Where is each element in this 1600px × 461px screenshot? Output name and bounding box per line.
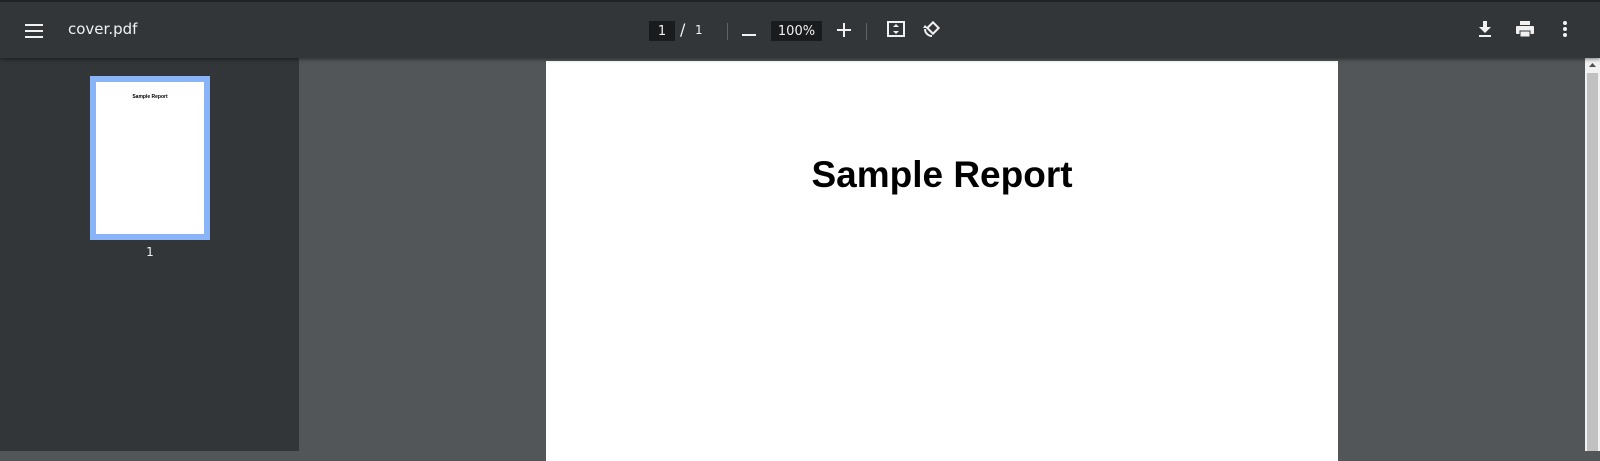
pdf-toolbar: cover.pdf 1 / 1 100% [0,0,1600,58]
page-thumbnail[interactable]: Sample Report [90,76,210,240]
fit-to-page-button[interactable] [880,15,912,47]
plus-icon [837,22,851,42]
zoom-out-button[interactable] [733,16,765,48]
more-vert-icon [1563,20,1567,42]
page-number-input[interactable]: 1 [649,21,675,41]
vertical-scrollbar[interactable] [1585,58,1600,451]
more-options-button[interactable] [1549,15,1581,47]
page-separator: / [680,20,686,39]
thumbnail-page-number: 1 [146,245,154,259]
toolbar-divider [727,23,728,40]
zoom-input[interactable]: 100% [771,21,822,41]
scrollbar-thumb[interactable] [1587,73,1598,451]
minus-icon [742,23,756,41]
document-title: cover.pdf [68,20,138,38]
thumbnail-title: Sample Report [132,94,168,100]
document-viewer: Sample Report [299,58,1585,461]
toolbar-divider [866,23,867,40]
scroll-up-arrow-icon[interactable] [1585,58,1600,72]
download-button[interactable] [1469,15,1501,47]
thumbnail-sidebar: Sample Report 1 [0,58,299,451]
pdf-page: Sample Report [546,61,1338,461]
print-button[interactable] [1509,15,1541,47]
page-heading: Sample Report [811,154,1073,195]
zoom-in-button[interactable] [828,16,860,48]
hamburger-menu-icon[interactable] [18,15,50,47]
rotate-button[interactable] [916,15,948,47]
download-icon [1478,20,1492,42]
fit-to-page-icon [887,20,905,42]
page-total: 1 [695,23,703,37]
print-icon [1516,20,1534,42]
rotate-counterclockwise-icon [922,19,942,44]
